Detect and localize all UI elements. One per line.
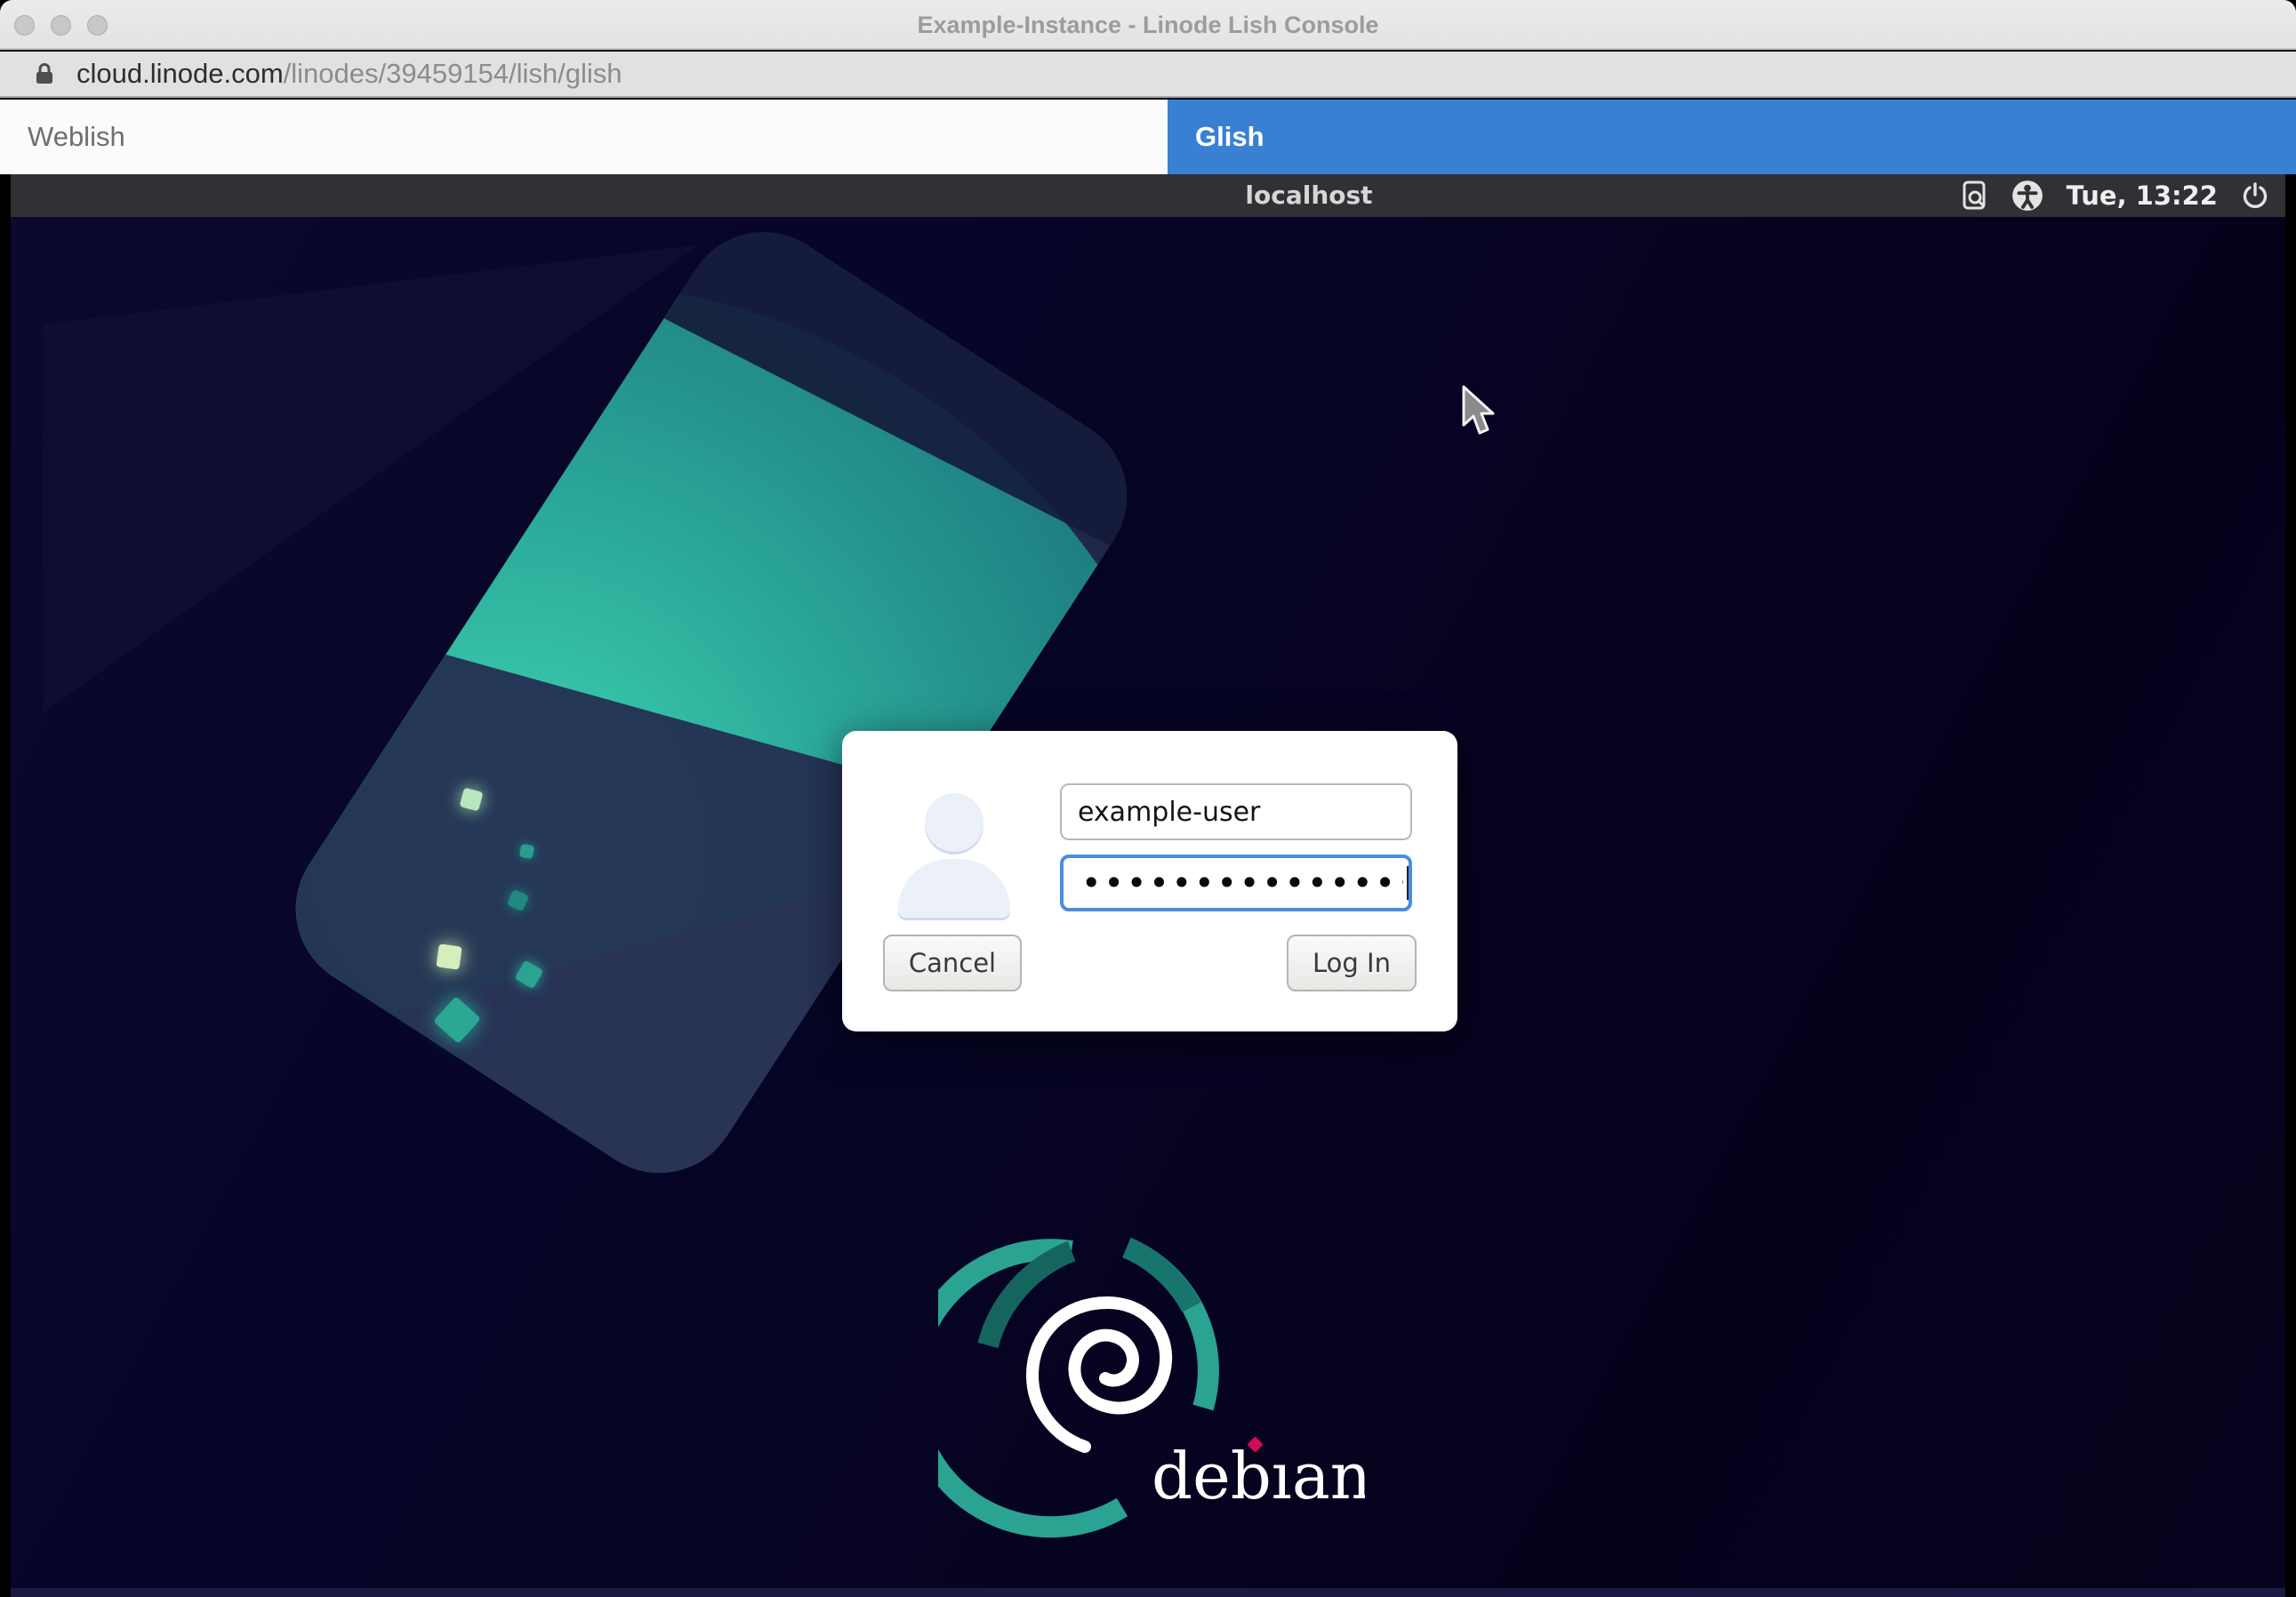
tab-weblish-label: Weblish <box>28 121 125 153</box>
hostname-label: localhost <box>1245 174 1372 217</box>
clock-label[interactable]: Tue, 13:22 <box>2067 181 2218 211</box>
accessibility-icon[interactable] <box>2011 180 2043 212</box>
url-host: cloud.linode.com <box>76 58 284 89</box>
url-path: /linodes/39459154/lish/glish <box>284 58 622 89</box>
power-icon[interactable] <box>2241 181 2269 210</box>
debian-wordmark: debıan <box>1152 1439 1365 1513</box>
debian-logo: debıan <box>938 1232 1365 1552</box>
user-avatar <box>925 793 983 852</box>
username-field[interactable] <box>1060 783 1412 840</box>
sparkle-square <box>519 844 534 859</box>
debian-swirl-icon <box>1032 1303 1166 1447</box>
window-title: Example-Instance - Linode Lish Console <box>0 0 2296 50</box>
sparkle-square <box>436 943 462 969</box>
password-field[interactable]: ••••••••••••••••••••• <box>1060 855 1412 911</box>
mouse-cursor <box>1460 384 1501 439</box>
browser-window: Example-Instance - Linode Lish Console c… <box>0 0 2296 1597</box>
cancel-button[interactable]: Cancel <box>883 935 1022 991</box>
screen-reader-icon[interactable] <box>1960 181 1988 211</box>
address-text[interactable]: cloud.linode.com/linodes/39459154/lish/g… <box>76 58 622 90</box>
password-masked-value: ••••••••••••••••••••• <box>1081 858 1403 908</box>
url-bar[interactable]: cloud.linode.com/linodes/39459154/lish/g… <box>0 52 2296 98</box>
username-input[interactable] <box>1062 785 1410 839</box>
gnome-top-bar: localhost Tue, 13:22 <box>11 174 2285 217</box>
tab-weblish[interactable]: Weblish <box>0 100 1168 174</box>
lish-tab-bar: Weblish Glish <box>0 100 2296 174</box>
screen-bottom-edge <box>11 1588 2285 1597</box>
lock-icon <box>32 61 57 86</box>
login-dialog: ••••••••••••••••••••• Cancel Log In <box>842 731 1457 1031</box>
remote-screen: localhost Tue, 13:22 <box>11 174 2285 1597</box>
log-in-button[interactable]: Log In <box>1287 935 1417 991</box>
status-area: Tue, 13:22 <box>1960 174 2269 217</box>
glish-console: localhost Tue, 13:22 <box>0 174 2296 1597</box>
tab-glish[interactable]: Glish <box>1168 100 2296 174</box>
text-caret <box>1407 866 1409 900</box>
gdm-desktop: ••••••••••••••••••••• Cancel Log In debı… <box>11 217 2285 1597</box>
tab-glish-label: Glish <box>1195 121 1264 153</box>
titlebar: Example-Instance - Linode Lish Console <box>0 0 2296 50</box>
user-avatar-body <box>898 859 1010 918</box>
